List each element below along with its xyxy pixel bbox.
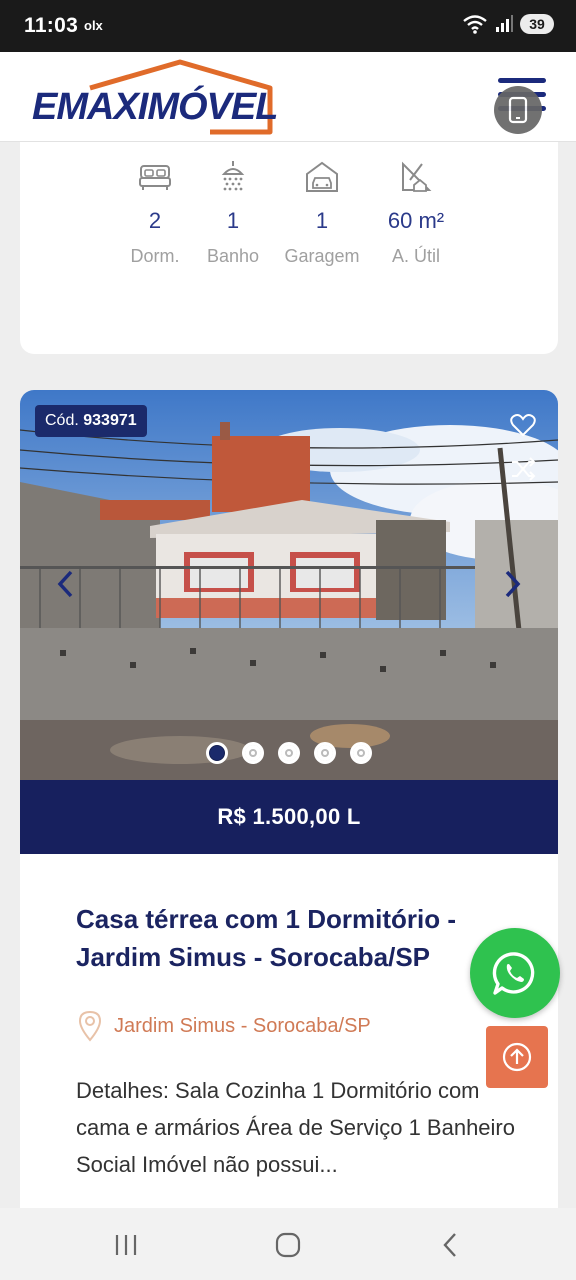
logo-text: EMAXIMÓVEL [32, 86, 278, 128]
recent-apps-button[interactable] [106, 1228, 146, 1262]
olx-notification-icon: olx [84, 18, 103, 33]
recent-apps-icon [115, 1235, 137, 1255]
garage-icon [272, 158, 372, 196]
specs-card: 2 Dorm. 1 Banho 1 Garagem 60 m² A. Útil [20, 142, 558, 354]
system-nav-bar [0, 1208, 576, 1280]
status-icons: 39 [462, 13, 554, 35]
spec-label: Banho [206, 246, 260, 266]
battery-icon: 39 [520, 14, 554, 34]
arrow-up-circle-icon [502, 1042, 532, 1072]
code-value: 933971 [83, 412, 137, 429]
shuffle-icon [512, 457, 536, 481]
carousel-dot[interactable] [314, 742, 336, 764]
spec-garage: 1 Garagem [272, 158, 372, 267]
price-bar: R$ 1.500,00 L [20, 780, 558, 854]
carousel-prev-button[interactable] [50, 566, 80, 602]
carousel-indicators [20, 742, 558, 764]
whatsapp-button[interactable] [470, 928, 560, 1018]
spec-label: Garagem [284, 246, 360, 266]
spec-label: A. Útil [391, 246, 440, 266]
favorite-button[interactable] [508, 410, 538, 440]
site-logo[interactable]: EMAXIMÓVEL [30, 58, 278, 136]
signal-icon [496, 15, 513, 32]
property-photo-carousel[interactable]: Cód. 933971 [20, 390, 558, 780]
scroll-to-top-button[interactable] [486, 1026, 548, 1088]
status-bar: 11:03 olx 39 [0, 0, 576, 52]
smartphone-icon [508, 96, 528, 124]
spec-value: 1 [226, 208, 240, 233]
spec-useful-area: 60 m² A. Útil [366, 158, 466, 267]
shower-icon [183, 158, 283, 196]
area-icon [366, 158, 466, 196]
spec-value: 1 [315, 208, 329, 233]
compare-button[interactable] [508, 454, 538, 484]
carousel-dot-active[interactable] [206, 742, 228, 764]
location-text: Jardim Simus - Sorocaba/SP [114, 1014, 371, 1037]
listing-location: Jardim Simus - Sorocaba/SP [78, 1010, 371, 1042]
back-button[interactable] [430, 1228, 470, 1262]
back-icon [443, 1233, 456, 1257]
heart-icon [510, 414, 536, 437]
carousel-dot[interactable] [350, 742, 372, 764]
phone-overlay-button[interactable] [494, 86, 542, 134]
status-time: 11:03 [24, 14, 79, 37]
whatsapp-icon [492, 952, 535, 995]
spec-bathrooms: 1 Banho [183, 158, 283, 267]
home-button[interactable] [268, 1228, 308, 1262]
chevron-right-icon [505, 570, 521, 598]
carousel-next-button[interactable] [498, 566, 528, 602]
listing-description: Detalhes: Sala Cozinha 1 Dormitório com … [76, 1078, 515, 1177]
code-label: Cód. [45, 412, 79, 429]
carousel-dot[interactable] [242, 742, 264, 764]
carousel-dot[interactable] [278, 742, 300, 764]
map-pin-icon [78, 1010, 102, 1042]
spec-value: 60 m² [387, 208, 445, 233]
property-photo [20, 390, 558, 780]
chevron-left-icon [57, 570, 73, 598]
home-icon [275, 1232, 301, 1258]
listing-card[interactable]: Cód. 933971 R$ 1.500,00 L Casa térrea co… [20, 390, 558, 1250]
listing-title[interactable]: Casa térrea com 1 Dormitório - Jardim Si… [76, 900, 496, 976]
app-header: EMAXIMÓVEL [0, 52, 576, 142]
menu-line [498, 78, 546, 83]
wifi-icon [463, 15, 487, 34]
property-code-badge: Cód. 933971 [35, 405, 147, 437]
